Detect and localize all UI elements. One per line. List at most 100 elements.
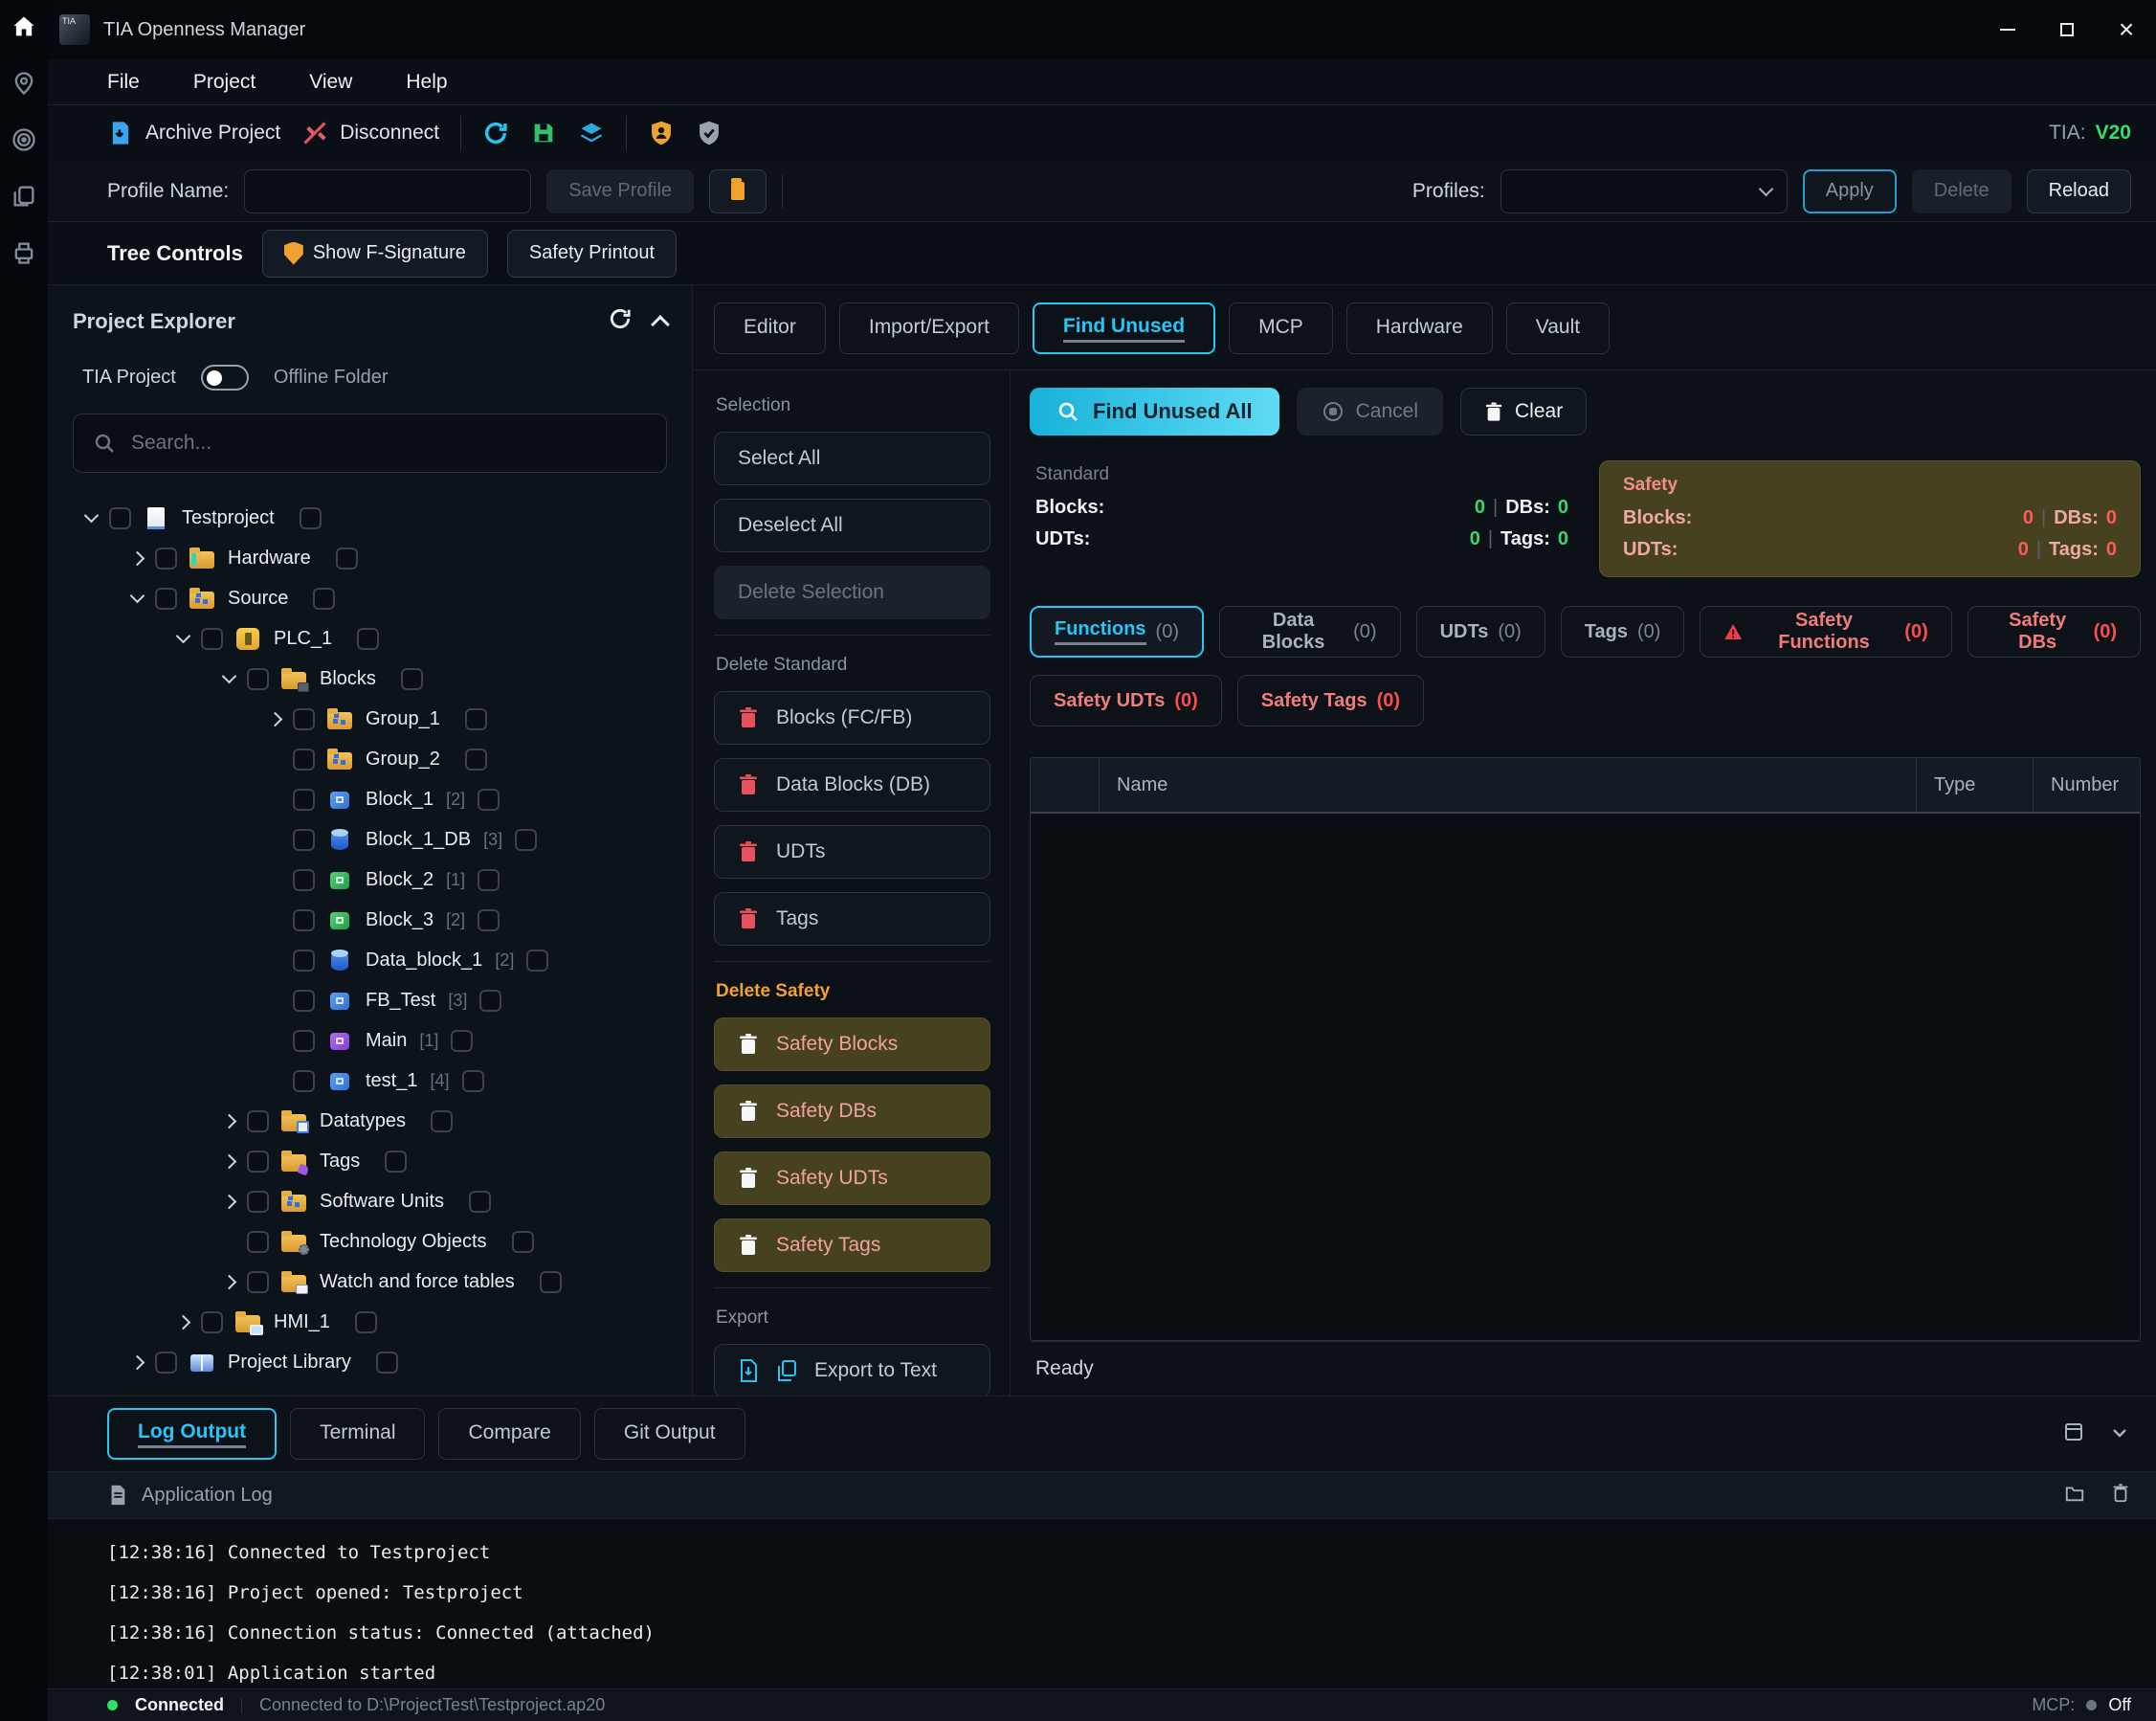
tree-item[interactable]: Technology Objects: [73, 1221, 667, 1262]
log-output-area[interactable]: [12:38:16] Connected to Testproject[12:3…: [48, 1519, 2156, 1688]
panel-collapse-chevron-icon[interactable]: [2108, 1420, 2131, 1448]
tree-checkbox-secondary[interactable]: [355, 1311, 377, 1333]
tree-checkbox[interactable]: [293, 990, 315, 1012]
refresh-button[interactable]: [482, 120, 509, 146]
tree-checkbox-secondary[interactable]: [462, 1070, 484, 1092]
tree-checkbox-secondary[interactable]: [336, 548, 358, 570]
tree-checkbox[interactable]: [155, 548, 177, 570]
tree-checkbox-secondary[interactable]: [469, 1191, 491, 1213]
delete-safety-button[interactable]: Safety UDTs: [714, 1151, 990, 1205]
tree-checkbox[interactable]: [247, 668, 269, 690]
tree-item[interactable]: Group_2: [73, 739, 667, 779]
tree-item[interactable]: Project Library: [73, 1342, 667, 1375]
tree-item[interactable]: Source: [73, 578, 667, 618]
tree-checkbox-secondary[interactable]: [465, 749, 487, 771]
tree-checkbox-secondary[interactable]: [479, 990, 501, 1012]
close-button[interactable]: ×: [2097, 0, 2156, 59]
tree-expander-icon[interactable]: [176, 629, 191, 644]
tree-item[interactable]: PLC_1: [73, 618, 667, 659]
tree-checkbox-secondary[interactable]: [357, 628, 379, 650]
selection-button[interactable]: Deselect All: [714, 499, 990, 552]
tree-expander-icon[interactable]: [176, 1314, 191, 1330]
bottom-tab[interactable]: Git Output: [594, 1408, 745, 1460]
copy-pages-icon[interactable]: [11, 183, 37, 214]
tree-checkbox[interactable]: [109, 507, 131, 529]
delete-standard-button[interactable]: UDTs: [714, 825, 990, 879]
explorer-refresh-button[interactable]: [608, 306, 633, 336]
tree-checkbox-secondary[interactable]: [300, 507, 322, 529]
tree-checkbox-secondary[interactable]: [385, 1151, 407, 1173]
home-icon[interactable]: [11, 13, 37, 45]
tree-item[interactable]: Block_2 [1]: [73, 860, 667, 900]
delete-safety-button[interactable]: Safety DBs: [714, 1084, 990, 1138]
show-f-signature-button[interactable]: Show F-Signature: [262, 230, 488, 278]
tree-checkbox[interactable]: [293, 869, 315, 891]
main-tab[interactable]: Vault: [1506, 302, 1610, 354]
safety-user-shield-button[interactable]: [648, 120, 675, 146]
tree-checkbox[interactable]: [247, 1231, 269, 1253]
tree-checkbox[interactable]: [293, 708, 315, 730]
menu-item[interactable]: Project: [193, 71, 256, 94]
tree-expander-icon[interactable]: [222, 1194, 237, 1209]
tree-checkbox[interactable]: [247, 1110, 269, 1132]
tree-checkbox[interactable]: [293, 749, 315, 771]
tree-checkbox[interactable]: [247, 1191, 269, 1213]
tree-checkbox[interactable]: [293, 909, 315, 931]
tree-checkbox-secondary[interactable]: [478, 789, 500, 811]
tree-expander-icon[interactable]: [222, 669, 237, 684]
tree-expander-icon[interactable]: [222, 1113, 237, 1129]
open-log-folder-icon[interactable]: [2064, 1483, 2085, 1509]
bottom-tab[interactable]: Terminal: [290, 1408, 425, 1460]
tree-item[interactable]: Block_1_DB [3]: [73, 819, 667, 860]
location-pin-icon[interactable]: [11, 70, 37, 101]
tree-checkbox-secondary[interactable]: [478, 869, 500, 891]
main-tab[interactable]: Hardware: [1346, 302, 1493, 354]
shield-check-button[interactable]: [696, 120, 722, 146]
selection-button[interactable]: Delete Selection: [714, 566, 990, 619]
tree-expander-icon[interactable]: [268, 711, 283, 726]
main-tab[interactable]: Find Unused: [1033, 302, 1215, 354]
name-column-header[interactable]: Name: [1100, 774, 1916, 796]
main-tab[interactable]: MCP: [1229, 302, 1333, 354]
tree-checkbox[interactable]: [247, 1271, 269, 1293]
tree-item[interactable]: Software Units: [73, 1181, 667, 1221]
tree-item[interactable]: FB_Test [3]: [73, 980, 667, 1020]
tree-checkbox[interactable]: [155, 588, 177, 610]
clear-log-icon[interactable]: [2110, 1483, 2131, 1509]
delete-safety-button[interactable]: Safety Tags: [714, 1218, 990, 1272]
filter-chip[interactable]: Safety UDTs (0): [1030, 675, 1222, 726]
main-tab[interactable]: Import/Export: [839, 302, 1019, 354]
tree-checkbox[interactable]: [201, 1311, 223, 1333]
tree-item[interactable]: Watch and force tables: [73, 1262, 667, 1302]
export-button[interactable]: Export to Text: [714, 1344, 990, 1396]
archive-project-button[interactable]: Archive Project: [107, 120, 280, 146]
tree-checkbox[interactable]: [293, 829, 315, 851]
tree-item[interactable]: Blocks: [73, 659, 667, 699]
bottom-tab[interactable]: Log Output: [107, 1408, 277, 1460]
tree-expander-icon[interactable]: [130, 1354, 145, 1370]
tree-checkbox[interactable]: [201, 628, 223, 650]
tree-checkbox-secondary[interactable]: [478, 909, 500, 931]
search-input[interactable]: [131, 432, 647, 455]
profile-name-input[interactable]: [244, 169, 531, 213]
filter-chip[interactable]: Functions (0): [1030, 606, 1204, 658]
tree-checkbox-secondary[interactable]: [376, 1352, 398, 1374]
tree-expander-icon[interactable]: [222, 1153, 237, 1169]
delete-safety-button[interactable]: Safety Blocks: [714, 1017, 990, 1071]
filter-chip[interactable]: Data Blocks (0): [1219, 606, 1401, 658]
tree-item[interactable]: Block_3 [2]: [73, 900, 667, 940]
disconnect-button[interactable]: Disconnect: [301, 120, 439, 146]
tree-item[interactable]: test_1 [4]: [73, 1061, 667, 1101]
selection-button[interactable]: Select All: [714, 432, 990, 485]
profile-folder-button[interactable]: [709, 169, 767, 213]
profiles-select[interactable]: [1500, 169, 1788, 213]
clear-button[interactable]: Clear: [1460, 388, 1587, 436]
tree-checkbox-secondary[interactable]: [512, 1231, 534, 1253]
type-column-header[interactable]: Type: [1916, 758, 2033, 812]
tree-item[interactable]: Datatypes: [73, 1101, 667, 1141]
tree-checkbox[interactable]: [247, 1151, 269, 1173]
tree-item[interactable]: Testproject: [73, 498, 667, 538]
find-unused-all-button[interactable]: Find Unused All: [1030, 388, 1279, 436]
save-button[interactable]: [530, 120, 557, 146]
tree-expander-icon[interactable]: [84, 508, 100, 524]
